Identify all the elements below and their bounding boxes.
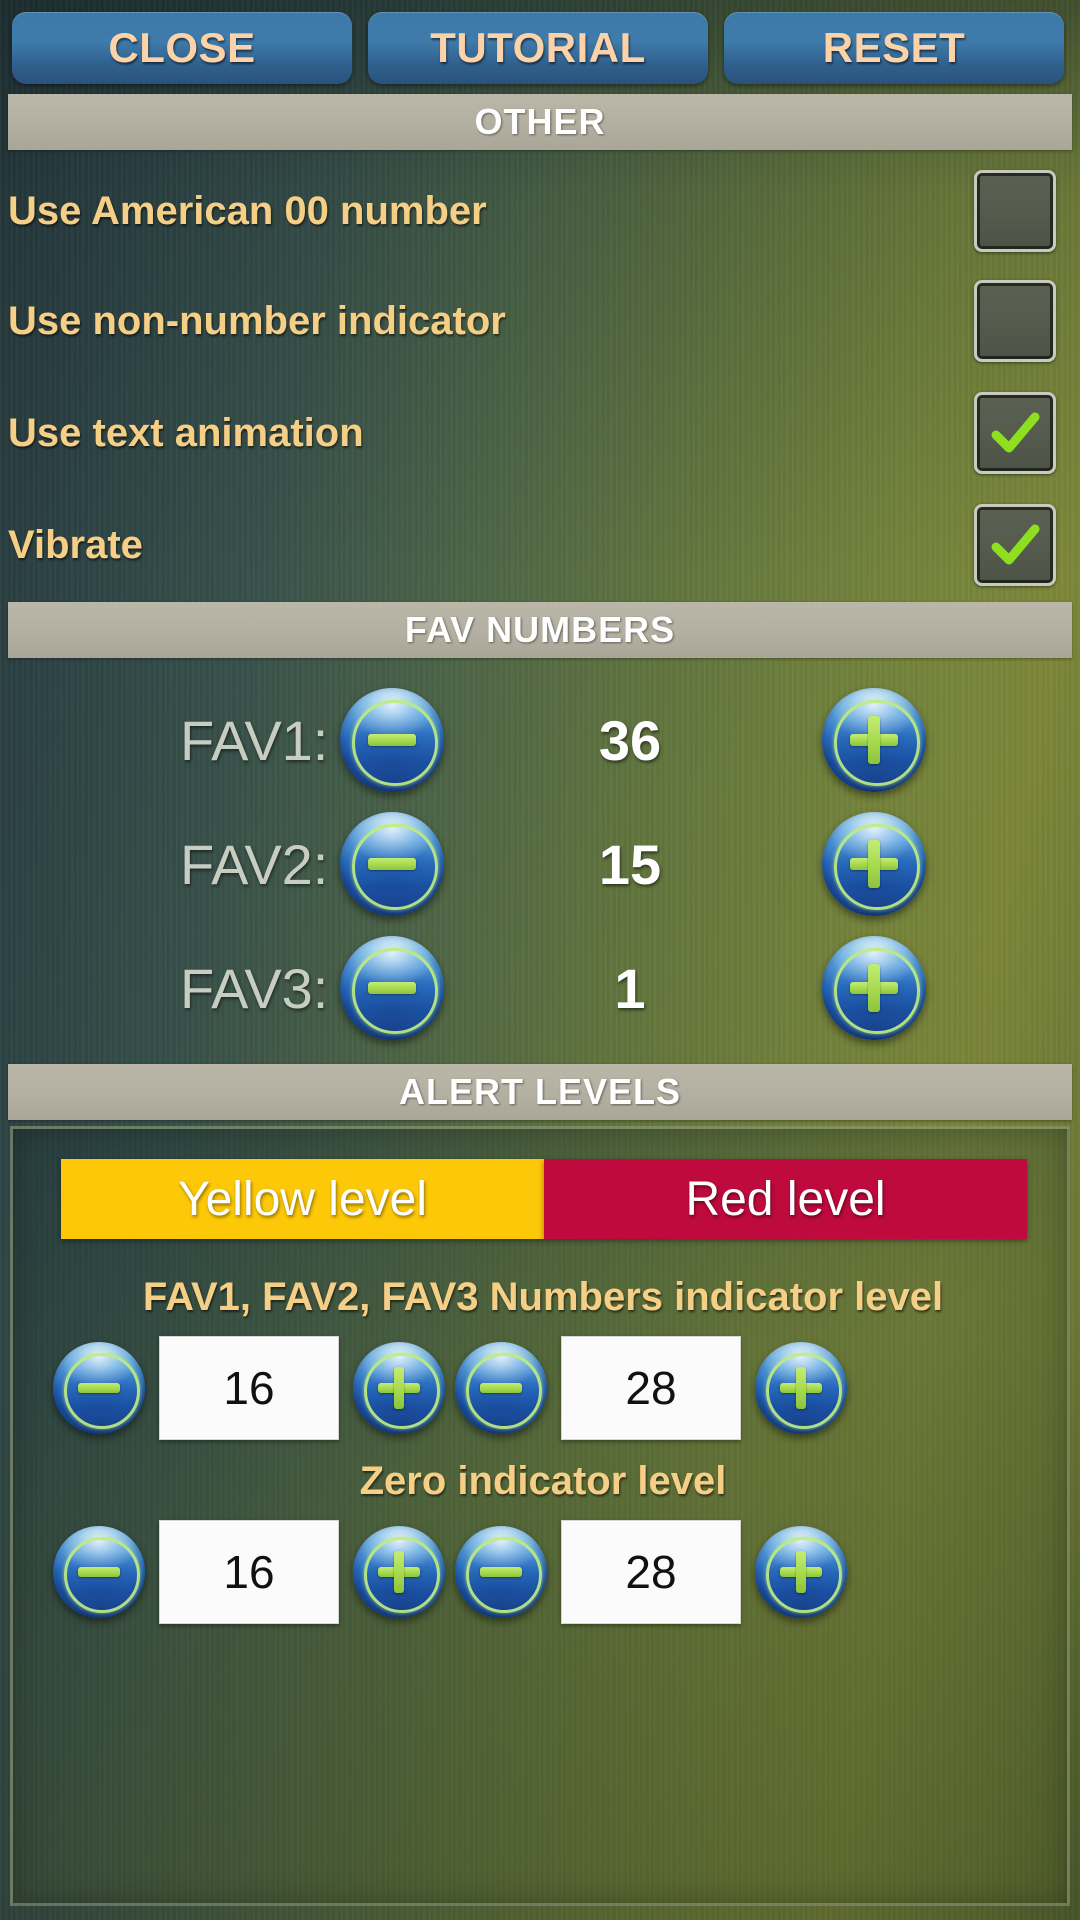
setting-label-use-text-animation: Use text animation — [8, 410, 364, 455]
minus-icon — [77, 1566, 121, 1578]
minus-icon — [479, 1566, 523, 1578]
setting-label-vibrate: Vibrate — [8, 522, 143, 567]
zero-indicator-stepper-row: 16 28 — [13, 1517, 1073, 1627]
section-header-alert-levels-label: ALERT LEVELS — [398, 1071, 682, 1112]
alert-levels-panel: Yellow level Red level FAV1, FAV2, FAV3 … — [10, 1126, 1070, 1906]
minus-icon — [479, 1382, 523, 1394]
zero-yellow-decrement-button[interactable] — [53, 1526, 145, 1618]
plus-icon-vertical — [795, 1366, 807, 1410]
reset-button[interactable]: RESET — [724, 12, 1064, 84]
check-icon — [991, 412, 1040, 453]
checkbox-vibrate[interactable] — [974, 504, 1056, 586]
fav-yellow-increment-button[interactable] — [353, 1342, 445, 1434]
fav-red-value-input[interactable]: 28 — [561, 1336, 741, 1440]
minus-icon — [368, 858, 416, 870]
fav2-decrement-button[interactable] — [340, 812, 444, 916]
zero-red-increment-button[interactable] — [755, 1526, 847, 1618]
fav1-increment-button[interactable] — [822, 688, 926, 792]
zero-indicator-level-label: Zero indicator level — [359, 1459, 727, 1503]
fav-row-2: FAV2: 15 — [0, 800, 1080, 928]
checkbox-use-text-animation[interactable] — [974, 392, 1056, 474]
fav-yellow-value-input[interactable]: 16 — [159, 1336, 339, 1440]
minus-icon — [368, 982, 416, 994]
fav3-decrement-button[interactable] — [340, 936, 444, 1040]
section-header-other: OTHER — [8, 94, 1072, 150]
plus-icon-vertical — [795, 1550, 807, 1594]
plus-icon-vertical — [868, 840, 880, 888]
plus-icon-vertical — [868, 716, 880, 764]
fav-row-1: FAV1: 36 — [0, 676, 1080, 804]
setting-row-use-text-animation[interactable]: Use text animation — [0, 378, 1080, 488]
section-header-fav-numbers: FAV NUMBERS — [8, 602, 1072, 658]
setting-label-use-non-number-indicator: Use non-number indicator — [8, 298, 506, 343]
fav-red-increment-button[interactable] — [755, 1342, 847, 1434]
fav-yellow-decrement-button[interactable] — [53, 1342, 145, 1434]
fav3-increment-button[interactable] — [822, 936, 926, 1040]
zero-yellow-increment-button[interactable] — [353, 1526, 445, 1618]
top-toolbar: CLOSE TUTORIAL RESET — [0, 6, 1080, 90]
level-tabs: Yellow level Red level — [61, 1159, 1027, 1239]
plus-icon-vertical — [393, 1366, 405, 1410]
setting-label-use-american-00-number: Use American 00 number — [8, 188, 487, 233]
section-header-fav-numbers-label: FAV NUMBERS — [404, 609, 676, 650]
setting-row-use-non-number-indicator[interactable]: Use non-number indicator — [0, 266, 1080, 376]
zero-red-value-input[interactable]: 28 — [561, 1520, 741, 1624]
fav2-increment-button[interactable] — [822, 812, 926, 916]
fav-row-3: FAV3: 1 — [0, 924, 1080, 1052]
fav3-value: 1 — [614, 956, 646, 1020]
section-header-other-label: OTHER — [474, 101, 606, 142]
minus-icon — [77, 1382, 121, 1394]
tutorial-button[interactable]: TUTORIAL — [368, 12, 708, 84]
tab-red-level[interactable]: Red level — [544, 1159, 1027, 1239]
tab-yellow-level[interactable]: Yellow level — [61, 1159, 544, 1239]
fav2-label: FAV2: — [180, 832, 329, 896]
fav-red-decrement-button[interactable] — [455, 1342, 547, 1434]
fav1-label: FAV1: — [180, 708, 329, 772]
plus-icon-vertical — [393, 1550, 405, 1594]
fav1-decrement-button[interactable] — [340, 688, 444, 792]
check-icon — [991, 524, 1040, 565]
checkbox-use-non-number-indicator[interactable] — [974, 280, 1056, 362]
zero-yellow-value-input[interactable]: 16 — [159, 1520, 339, 1624]
setting-row-vibrate[interactable]: Vibrate — [0, 490, 1080, 600]
close-button[interactable]: CLOSE — [12, 12, 352, 84]
zero-red-decrement-button[interactable] — [455, 1526, 547, 1618]
fav2-value: 15 — [598, 832, 662, 896]
minus-icon — [368, 734, 416, 746]
fav-indicator-stepper-row: 16 28 — [13, 1333, 1073, 1443]
fav1-value: 36 — [598, 708, 662, 772]
setting-row-use-american-00-number[interactable]: Use American 00 number — [0, 156, 1080, 266]
section-header-alert-levels: ALERT LEVELS — [8, 1064, 1072, 1120]
checkbox-use-american-00-number[interactable] — [974, 170, 1056, 252]
fav3-label: FAV3: — [180, 956, 329, 1020]
fav-indicator-level-label: FAV1, FAV2, FAV3 Numbers indicator level — [142, 1275, 944, 1319]
plus-icon-vertical — [868, 964, 880, 1012]
